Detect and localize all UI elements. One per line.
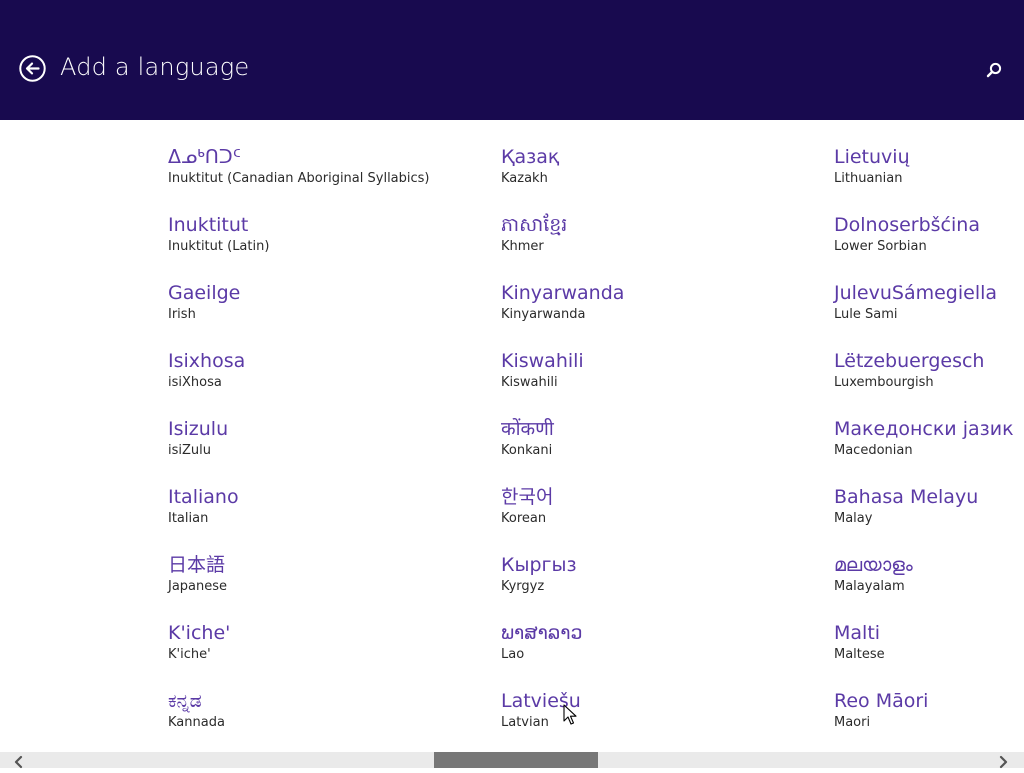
language-native-name: K'iche'	[168, 622, 231, 644]
language-english-name: Maori	[834, 715, 871, 730]
search-icon	[986, 62, 1002, 78]
chevron-left-icon	[14, 755, 23, 769]
language-english-name: Lower Sorbian	[834, 239, 927, 254]
language-item[interactable]: Bahasa Melayu Malay	[834, 484, 1024, 552]
language-english-name: Maltese	[834, 647, 885, 662]
language-item[interactable]: Қазақ Kazakh	[501, 144, 821, 212]
language-item[interactable]: ភាសាខ្មែរ Khmer	[501, 212, 821, 280]
scrollbar-thumb[interactable]	[434, 752, 598, 768]
language-native-name: Bahasa Melayu	[834, 486, 979, 508]
language-item[interactable]: Кыргыз Kyrgyz	[501, 552, 821, 620]
language-item[interactable]: Italiano Italian	[168, 484, 488, 552]
language-item[interactable]: Inuktitut Inuktitut (Latin)	[168, 212, 488, 280]
language-native-name: Reo Māori	[834, 690, 929, 712]
language-english-name: Lao	[501, 647, 525, 662]
language-english-name: Korean	[501, 511, 547, 526]
language-item[interactable]: Kinyarwanda Kinyarwanda	[501, 280, 821, 348]
search-button[interactable]	[985, 61, 1003, 79]
language-english-name: Konkani	[501, 443, 553, 458]
language-native-name: Lietuvių	[834, 146, 910, 168]
language-native-name: Kiswahili	[501, 350, 584, 372]
language-item[interactable]: Lietuvių Lithuanian	[834, 144, 1024, 212]
language-item[interactable]: Malti Maltese	[834, 620, 1024, 688]
page-title: Add a language	[60, 53, 250, 81]
language-english-name: Lule Sami	[834, 307, 898, 322]
language-native-name: Malti	[834, 622, 881, 644]
language-item[interactable]: Македонски јазик Macedonian	[834, 416, 1024, 484]
language-item[interactable]: Kiswahili Kiswahili	[501, 348, 821, 416]
language-english-name: isiZulu	[168, 443, 211, 458]
language-native-name: Dolnoserbšćina	[834, 214, 980, 236]
language-native-name: Isixhosa	[168, 350, 246, 372]
language-english-name: Kannada	[168, 715, 225, 730]
language-english-name: isiXhosa	[168, 375, 222, 390]
language-item[interactable]: Reo Māori Maori	[834, 688, 1024, 752]
language-native-name: JulevuSámegiella	[834, 282, 998, 304]
language-item[interactable]: Dolnoserbšćina Lower Sorbian	[834, 212, 1024, 280]
language-english-name: Kinyarwanda	[501, 307, 586, 322]
language-column: Lietuvių Lithuanian Dolnoserbšćina Lower…	[834, 144, 1024, 752]
language-native-name: ພາສາລາວ	[501, 622, 583, 644]
language-item[interactable]: Isizulu isiZulu	[168, 416, 488, 484]
language-native-name: ភាសាខ្មែរ	[501, 214, 568, 236]
language-item[interactable]: कोंकणी Konkani	[501, 416, 821, 484]
language-item[interactable]: ಕನ್ನಡ Kannada	[168, 688, 488, 752]
language-native-name: कोंकणी	[501, 418, 554, 440]
language-item[interactable]: Isixhosa isiXhosa	[168, 348, 488, 416]
language-item[interactable]: Lëtzebuergesch Luxembourgish	[834, 348, 1024, 416]
language-item[interactable]: 日本語 Japanese	[168, 552, 488, 620]
language-native-name: ᐃᓄᒃᑎᑐᑦ	[168, 146, 241, 168]
language-english-name: Malay	[834, 511, 873, 526]
scroll-left-button[interactable]	[12, 754, 26, 769]
language-native-name: Македонски јазик	[834, 418, 1014, 440]
language-english-name: Kazakh	[501, 171, 548, 186]
language-native-name: 日本語	[168, 554, 226, 576]
horizontal-scrollbar[interactable]	[0, 752, 1024, 769]
language-native-name: Inuktitut	[168, 214, 249, 236]
language-native-name: Gaeilge	[168, 282, 241, 304]
language-native-name: Italiano	[168, 486, 239, 508]
language-item[interactable]: ᐃᓄᒃᑎᑐᑦ Inuktitut (Canadian Aboriginal Sy…	[168, 144, 488, 212]
app-header: Add a language	[0, 0, 1024, 120]
language-english-name: Italian	[168, 511, 209, 526]
language-item[interactable]: JulevuSámegiella Lule Sami	[834, 280, 1024, 348]
language-item[interactable]: മലയാളം Malayalam	[834, 552, 1024, 620]
back-arrow-circle-icon	[19, 55, 46, 82]
language-item[interactable]: ພາສາລາວ Lao	[501, 620, 821, 688]
language-english-name: Lithuanian	[834, 171, 903, 186]
language-english-name: Inuktitut (Canadian Aboriginal Syllabics…	[168, 171, 430, 186]
language-native-name: Isizulu	[168, 418, 229, 440]
language-english-name: Luxembourgish	[834, 375, 934, 390]
language-english-name: Kyrgyz	[501, 579, 545, 594]
language-english-name: Khmer	[501, 239, 544, 254]
language-english-name: Malayalam	[834, 579, 905, 594]
language-english-name: Japanese	[168, 579, 228, 594]
language-english-name: Latvian	[501, 715, 549, 730]
language-item[interactable]: K'iche' K'iche'	[168, 620, 488, 688]
language-native-name: Lëtzebuergesch	[834, 350, 985, 372]
language-english-name: Kiswahili	[501, 375, 558, 390]
language-column: ᐃᓄᒃᑎᑐᑦ Inuktitut (Canadian Aboriginal Sy…	[168, 144, 488, 752]
language-item[interactable]: Latviešu Latvian	[501, 688, 821, 752]
language-english-name: Inuktitut (Latin)	[168, 239, 270, 254]
language-native-name: Қазақ	[501, 146, 560, 168]
language-native-name: മലയാളം	[834, 554, 913, 576]
back-button[interactable]	[19, 55, 46, 82]
language-native-name: 한국어	[501, 486, 554, 508]
language-english-name: K'iche'	[168, 647, 211, 662]
chevron-right-icon	[999, 755, 1008, 769]
language-english-name: Macedonian	[834, 443, 913, 458]
language-native-name: ಕನ್ನಡ	[168, 690, 202, 712]
scroll-right-button[interactable]	[996, 754, 1010, 769]
language-grid: ᐃᓄᒃᑎᑐᑦ Inuktitut (Canadian Aboriginal Sy…	[0, 120, 1024, 752]
language-native-name: Kinyarwanda	[501, 282, 625, 304]
language-native-name: Latviešu	[501, 690, 581, 712]
language-english-name: Irish	[168, 307, 196, 322]
language-column: Қазақ Kazakh ភាសាខ្មែរ Khmer Kinyarwanda…	[501, 144, 821, 752]
language-item[interactable]: 한국어 Korean	[501, 484, 821, 552]
language-item[interactable]: Gaeilge Irish	[168, 280, 488, 348]
language-native-name: Кыргыз	[501, 554, 577, 576]
